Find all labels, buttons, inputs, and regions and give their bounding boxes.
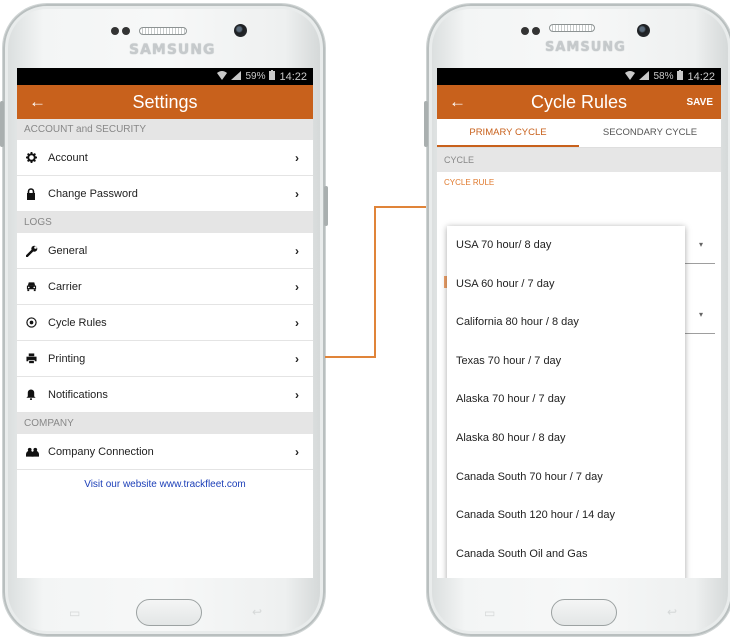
section-header-cycle: CYCLE xyxy=(437,148,721,172)
recent-apps-icon[interactable]: ▭ xyxy=(69,606,80,620)
light-sensor xyxy=(122,27,130,35)
chevron-right-icon: › xyxy=(295,279,299,294)
settings-item-label: Printing xyxy=(48,352,86,365)
chevron-right-icon: › xyxy=(295,150,299,165)
power-button xyxy=(324,186,328,226)
target-icon xyxy=(26,317,48,328)
battery-icon xyxy=(269,70,276,83)
connector-line xyxy=(325,356,375,358)
dropdown-option[interactable]: Texas 70 hour / 7 day xyxy=(447,342,685,381)
chevron-right-icon: › xyxy=(295,444,299,459)
settings-item-carrier[interactable]: Carrier › xyxy=(17,269,313,305)
cycle-rule-dropdown: USA 70 hour/ 8 day USA 60 hour / 7 day C… xyxy=(447,226,685,578)
bell-icon xyxy=(26,389,48,400)
home-button[interactable] xyxy=(136,599,202,626)
settings-item-label: Notifications xyxy=(48,388,108,401)
clock: 14:22 xyxy=(279,70,307,83)
settings-item-cycle-rules[interactable]: Cycle Rules › xyxy=(17,305,313,341)
chevron-right-icon: › xyxy=(295,351,299,366)
gear-icon xyxy=(26,152,48,163)
settings-item-notifications[interactable]: Notifications › xyxy=(17,377,313,413)
status-bar: 58% 14:22 xyxy=(437,68,721,85)
settings-phone: SAMSUNG 59% 14:22 ← Settings ACCOUNT and… xyxy=(0,4,328,636)
section-header-company: COMPANY xyxy=(17,413,313,434)
chevron-right-icon: › xyxy=(295,243,299,258)
status-bar: 59% 14:22 xyxy=(17,68,313,85)
light-sensor xyxy=(532,27,540,35)
battery-percent: 58% xyxy=(653,71,674,82)
lock-icon xyxy=(26,187,48,200)
home-button[interactable] xyxy=(551,599,617,626)
settings-item-label: General xyxy=(48,244,88,257)
cycle-tabs: PRIMARY CYCLE SECONDARY CYCLE xyxy=(437,119,721,148)
app-bar: ← Settings xyxy=(17,85,313,119)
app-bar: ← Cycle Rules SAVE xyxy=(437,85,721,119)
signal-icon xyxy=(231,70,242,83)
website-link[interactable]: Visit our website www.trackfleet.com xyxy=(17,479,313,490)
settings-item-account[interactable]: Account › xyxy=(17,140,313,176)
car-icon xyxy=(26,281,48,292)
wrench-icon xyxy=(26,245,48,257)
page-title: Settings xyxy=(132,91,198,112)
cycle-rule-label: CYCLE RULE xyxy=(444,178,495,187)
dropdown-option[interactable]: Canada South 70 hour / 7 day xyxy=(447,458,685,497)
people-icon xyxy=(26,447,48,457)
settings-item-label: Change Password xyxy=(48,187,138,200)
dropdown-option[interactable]: USA 60 hour / 7 day xyxy=(447,265,685,304)
settings-item-label: Carrier xyxy=(48,280,82,293)
settings-item-label: Company Connection xyxy=(48,445,154,458)
volume-button xyxy=(424,101,428,147)
wifi-icon xyxy=(217,70,228,83)
front-camera xyxy=(234,24,247,37)
volume-button xyxy=(0,101,4,147)
proximity-sensor xyxy=(521,27,529,35)
dropdown-option[interactable]: USA 70 hour/ 8 day xyxy=(447,226,685,265)
dropdown-option[interactable]: Alaska 80 hour / 8 day xyxy=(447,419,685,458)
front-camera xyxy=(637,24,650,37)
settings-item-company-connection[interactable]: Company Connection › xyxy=(17,434,313,470)
settings-item-label: Cycle Rules xyxy=(48,316,107,329)
tab-primary-cycle[interactable]: PRIMARY CYCLE xyxy=(437,119,579,147)
section-header-logs: LOGS xyxy=(17,212,313,233)
page-title: Cycle Rules xyxy=(530,91,628,112)
cycle-rules-phone: SAMSUNG 58% 14:22 ← Cycle Rules SAVE PRI… xyxy=(424,4,730,636)
clock: 14:22 xyxy=(687,70,715,83)
brand-logo: SAMSUNG xyxy=(129,42,216,58)
back-key-icon[interactable]: ↩ xyxy=(252,605,262,619)
back-arrow-icon[interactable]: ← xyxy=(29,85,46,119)
brand-logo: SAMSUNG xyxy=(545,40,626,55)
battery-percent: 59% xyxy=(245,71,266,82)
earpiece-speaker xyxy=(139,27,187,35)
signal-icon xyxy=(639,70,650,83)
earpiece-speaker xyxy=(549,24,595,32)
settings-item-label: Account xyxy=(48,151,88,164)
chevron-right-icon: › xyxy=(295,186,299,201)
wifi-icon xyxy=(625,70,636,83)
settings-item-printing[interactable]: Printing › xyxy=(17,341,313,377)
cycle-rules-screen: 58% 14:22 ← Cycle Rules SAVE PRIMARY CYC… xyxy=(437,68,721,578)
chevron-right-icon: › xyxy=(295,315,299,330)
tab-secondary-cycle[interactable]: SECONDARY CYCLE xyxy=(579,119,721,147)
printer-icon xyxy=(26,353,48,364)
dropdown-option[interactable]: California 80 hour / 8 day xyxy=(447,303,685,342)
dropdown-arrow-icon[interactable]: ▾ xyxy=(699,310,703,319)
chevron-right-icon: › xyxy=(295,387,299,402)
settings-item-general[interactable]: General › xyxy=(17,233,313,269)
dropdown-arrow-icon[interactable]: ▾ xyxy=(699,240,703,249)
dropdown-option[interactable]: Alaska 70 hour / 7 day xyxy=(447,380,685,419)
back-key-icon[interactable]: ↩ xyxy=(667,605,677,619)
proximity-sensor xyxy=(111,27,119,35)
settings-item-change-password[interactable]: Change Password › xyxy=(17,176,313,212)
battery-icon xyxy=(677,70,684,83)
recent-apps-icon[interactable]: ▭ xyxy=(484,606,495,620)
dropdown-option[interactable]: Canada South Oil and Gas xyxy=(447,535,685,574)
save-button[interactable]: SAVE xyxy=(687,97,714,108)
settings-screen: 59% 14:22 ← Settings ACCOUNT and SECURIT… xyxy=(17,68,313,578)
section-header-account: ACCOUNT and SECURITY xyxy=(17,119,313,140)
back-arrow-icon[interactable]: ← xyxy=(449,85,466,119)
dropdown-option[interactable]: Canada South 120 hour / 14 day xyxy=(447,496,685,535)
connector-line xyxy=(374,206,376,358)
